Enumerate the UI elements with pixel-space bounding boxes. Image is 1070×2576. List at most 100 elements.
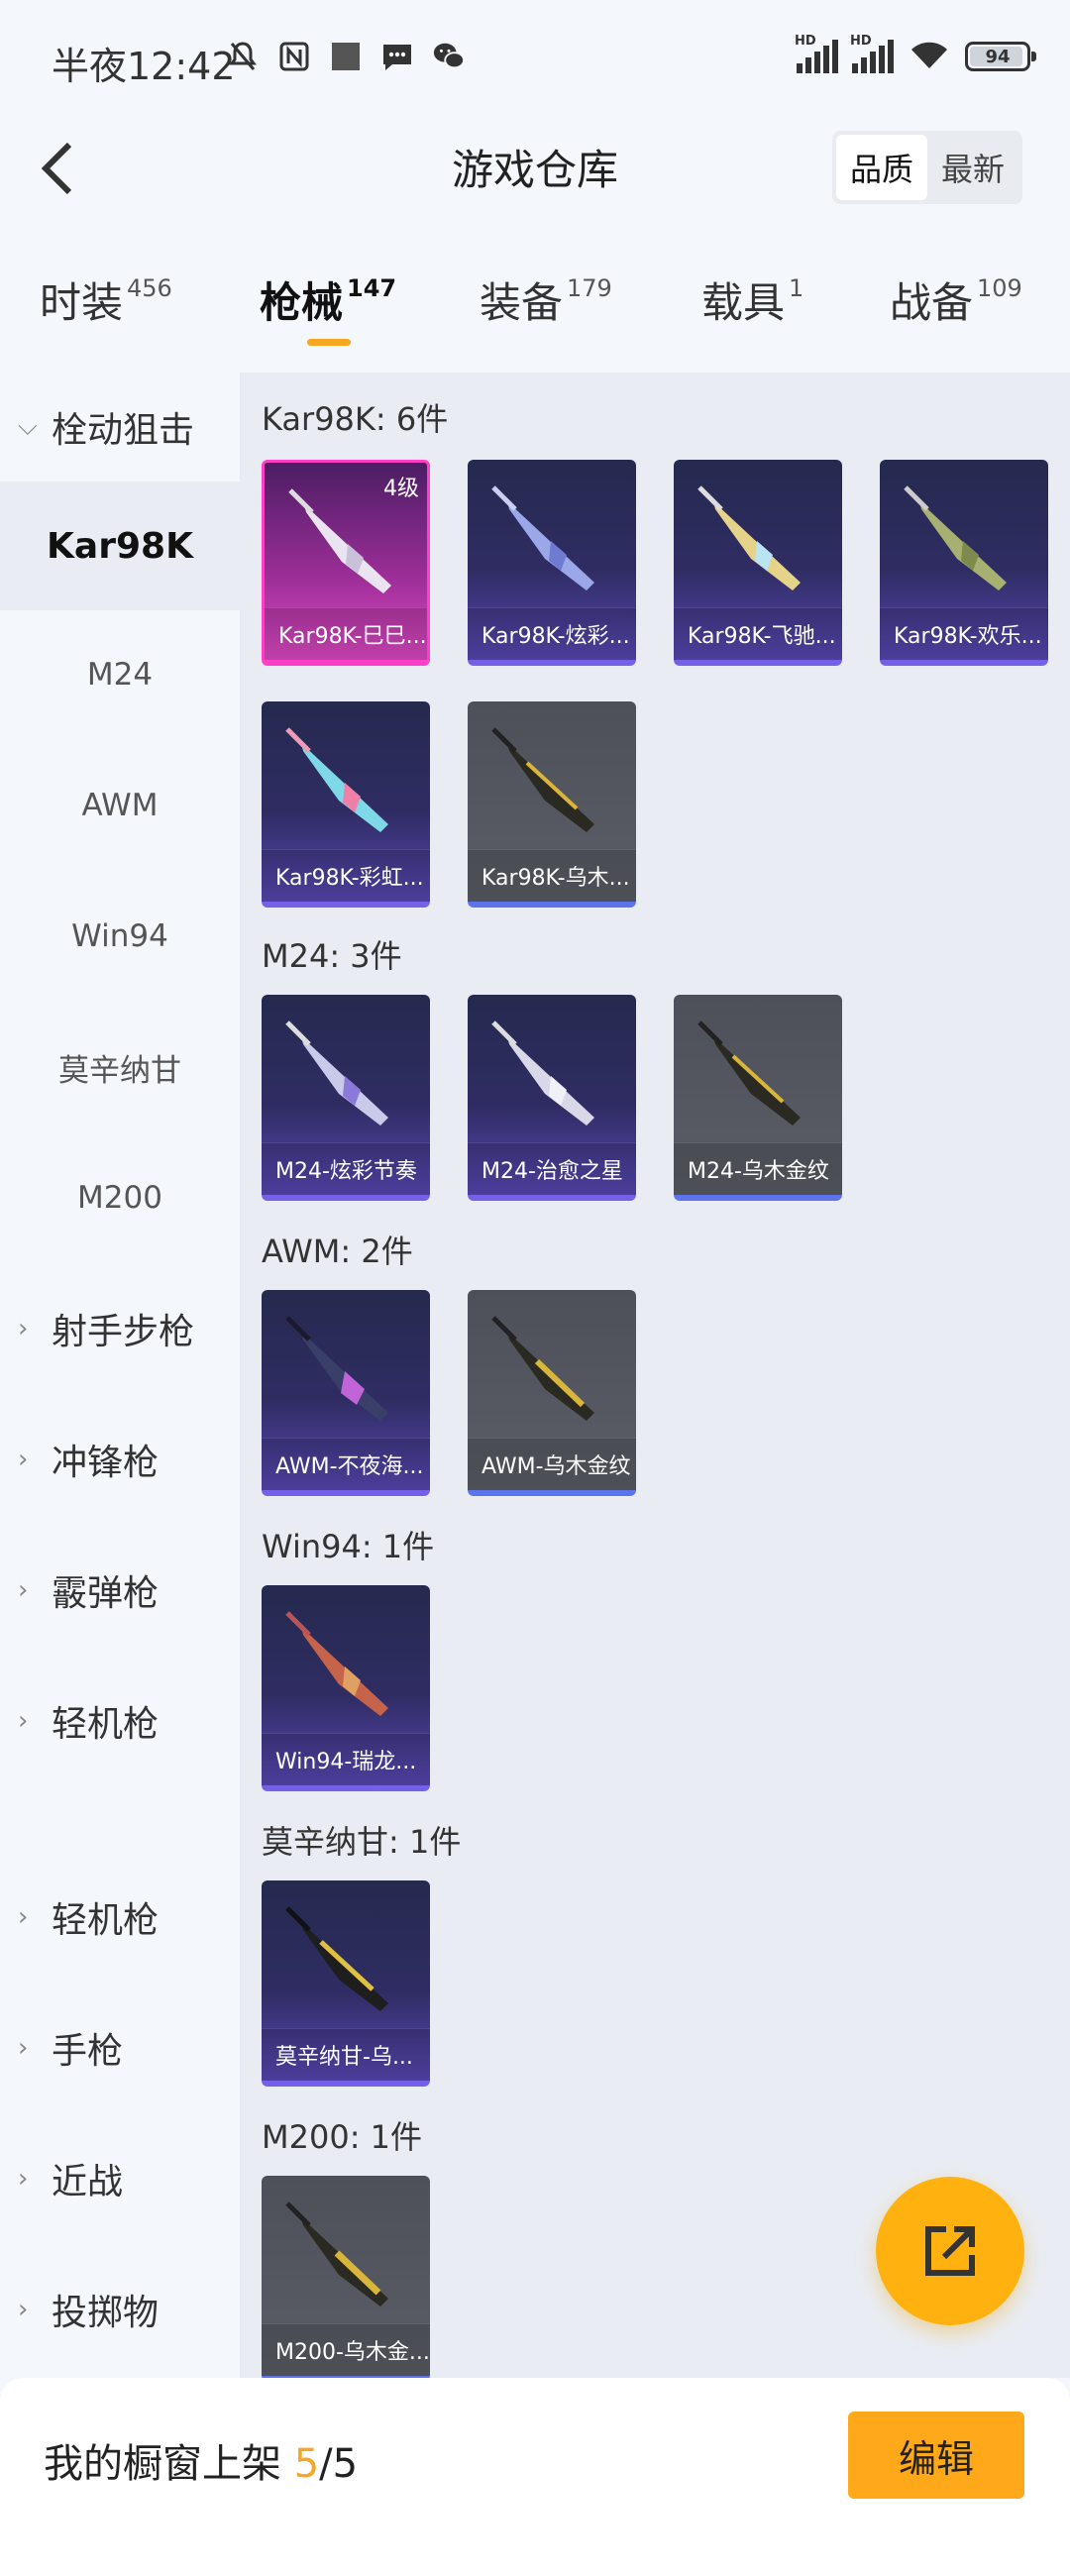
item-label: Kar98K-彩虹... <box>262 849 430 902</box>
rifle-icon <box>491 727 594 832</box>
item-card[interactable]: Kar98K-炫彩... <box>468 460 636 666</box>
rifle-icon <box>285 727 388 832</box>
sidebar: ⌵ 栓动狙击 Kar98K M24 AWM Win94 莫辛纳甘 M200 › 射手… <box>0 373 240 2378</box>
status-bar: 半夜12:42 HD HD 94 <box>0 0 1070 119</box>
chevron-right-icon: › <box>18 1575 29 1605</box>
rifle-icon <box>697 1020 801 1126</box>
tab-guns[interactable]: 枪械 147 <box>260 269 396 330</box>
tab-fashion[interactable]: 时装 456 <box>40 269 172 330</box>
tab-battle-gear[interactable]: 战备 109 <box>890 269 1022 330</box>
sidebar-category-throwable[interactable]: › 投掷物 <box>0 2245 240 2374</box>
chevron-right-icon: › <box>18 2295 29 2324</box>
rifle-icon <box>285 1906 388 2011</box>
item-label: Kar98K-炫彩... <box>468 607 636 660</box>
item-label: M24-乌木金纹 <box>674 1142 842 1195</box>
rifle-icon <box>904 485 1007 590</box>
rifle-icon <box>285 1611 388 1716</box>
status-time: 半夜12:42 <box>52 45 236 88</box>
share-external-icon <box>925 2226 975 2276</box>
sidebar-category-shotgun[interactable]: › 霰弹枪 <box>0 1526 240 1655</box>
item-card[interactable]: Win94-瑞龙... <box>262 1585 430 1791</box>
item-card[interactable]: Kar98K-乌木... <box>468 701 636 908</box>
level-badge: 4级 <box>383 477 419 501</box>
chevron-right-icon: › <box>18 1445 29 1474</box>
item-card[interactable]: 莫辛纳甘-乌... <box>262 1880 430 2087</box>
item-label: Kar98K-欢乐... <box>880 607 1048 660</box>
signal-1-icon: HD <box>795 34 838 73</box>
sidebar-category-dmr[interactable]: › 射手步枪 <box>0 1264 240 1393</box>
tab-vehicles[interactable]: 载具 1 <box>701 269 803 330</box>
chevron-right-icon: › <box>18 1902 29 1932</box>
sidebar-category-lmg-2[interactable]: › 轻机枪 <box>0 1853 240 1982</box>
app-header: 游戏仓库 品质 最新 <box>0 119 1070 218</box>
notification-icons <box>226 40 466 73</box>
item-card[interactable]: Kar98K-飞驰... <box>674 460 842 666</box>
sidebar-category-smg[interactable]: › 冲锋枪 <box>0 1395 240 1524</box>
share-fab[interactable] <box>876 2177 1024 2325</box>
item-card[interactable]: M200-乌木金... <box>262 2176 430 2382</box>
chevron-right-icon: › <box>18 1314 29 1343</box>
rifle-icon <box>285 1020 388 1126</box>
item-label: 莫辛纳甘-乌... <box>262 2028 430 2081</box>
rifle-icon <box>491 1020 594 1126</box>
battery-icon: 94 <box>965 42 1036 71</box>
item-label: Kar98K-巳巳... <box>265 607 427 660</box>
item-card[interactable]: Kar98K-彩虹... <box>262 701 430 908</box>
chevron-right-icon: › <box>18 2033 29 2063</box>
item-card[interactable]: AWM-乌木金纹 <box>468 1290 636 1496</box>
wechat-icon <box>432 40 466 73</box>
chevron-down-icon: ⌵ <box>18 411 38 442</box>
message-icon <box>380 40 414 73</box>
sidebar-category-melee[interactable]: › 近战 <box>0 2114 240 2243</box>
item-label: M24-炫彩节奏 <box>262 1142 430 1195</box>
showcase-bar: 我的橱窗上架 5/5 编辑 <box>0 2378 1070 2576</box>
sort-latest-option[interactable]: 最新 <box>927 135 1018 200</box>
showcase-current-count: 5 <box>293 2441 320 2487</box>
showcase-status: 我的橱窗上架 5/5 <box>44 2441 359 2487</box>
chevron-right-icon: › <box>18 1706 29 1736</box>
chevron-right-icon: › <box>18 2164 29 2194</box>
item-card[interactable]: M24-炫彩节奏 <box>262 995 430 1201</box>
item-card[interactable]: Kar98K-欢乐... <box>880 460 1048 666</box>
item-label: Kar98K-乌木... <box>468 849 636 902</box>
category-tabs: 时装 456 枪械 147 装备 179 载具 1 战备 109 <box>0 260 1070 359</box>
item-label: AWM-乌木金纹 <box>468 1438 636 1490</box>
section-title-win94: Win94: 1件 <box>262 1528 435 1565</box>
item-label: AWM-不夜海... <box>262 1438 430 1490</box>
section-title-m24: M24: 3件 <box>262 937 402 975</box>
showcase-total-count: 5 <box>332 2441 359 2487</box>
section-title-m200: M200: 1件 <box>262 2118 423 2156</box>
sort-quality-option[interactable]: 品质 <box>835 135 927 200</box>
wifi-icon <box>908 38 951 75</box>
sidebar-item-m200[interactable]: M200 <box>0 1133 240 1262</box>
rifle-icon <box>285 2201 388 2307</box>
item-card[interactable]: M24-治愈之星 <box>468 995 636 1201</box>
item-label: Kar98K-飞驰... <box>674 607 842 660</box>
sidebar-category-pistol[interactable]: › 手枪 <box>0 1984 240 2112</box>
signal-2-icon: HD <box>850 34 894 73</box>
nfc-icon <box>277 40 311 73</box>
rifle-icon <box>491 1316 594 1421</box>
item-label: M24-治愈之星 <box>468 1142 636 1195</box>
item-card[interactable]: 4级 Kar98K-巳巳... <box>262 460 430 666</box>
item-card[interactable]: AWM-不夜海... <box>262 1290 430 1496</box>
rifle-icon <box>491 485 594 590</box>
edit-button[interactable]: 编辑 <box>848 2412 1024 2499</box>
sidebar-category-lmg[interactable]: › 轻机枪 <box>0 1657 240 1785</box>
active-tab-indicator <box>307 339 351 346</box>
sidebar-item-awm[interactable]: AWM <box>0 741 240 870</box>
sidebar-item-win94[interactable]: Win94 <box>0 872 240 1001</box>
item-label: M200-乌木金... <box>262 2323 430 2376</box>
section-title-kar98k: Kar98K: 6件 <box>262 400 449 438</box>
item-card[interactable]: M24-乌木金纹 <box>674 995 842 1201</box>
sidebar-item-m24[interactable]: M24 <box>0 610 240 739</box>
square-icon <box>329 40 363 73</box>
sidebar-item-kar98k[interactable]: Kar98K <box>0 482 240 610</box>
section-title-awm: AWM: 2件 <box>262 1233 413 1270</box>
sidebar-category-bolt-sniper[interactable]: ⌵ 栓动狙击 <box>0 373 240 482</box>
sidebar-item-mosin[interactable]: 莫辛纳甘 <box>0 1003 240 1131</box>
item-label: Win94-瑞龙... <box>262 1733 430 1785</box>
rifle-icon <box>285 1316 388 1421</box>
tab-equipment[interactable]: 装备 179 <box>480 269 612 330</box>
sort-toggle: 品质 最新 <box>831 131 1022 204</box>
